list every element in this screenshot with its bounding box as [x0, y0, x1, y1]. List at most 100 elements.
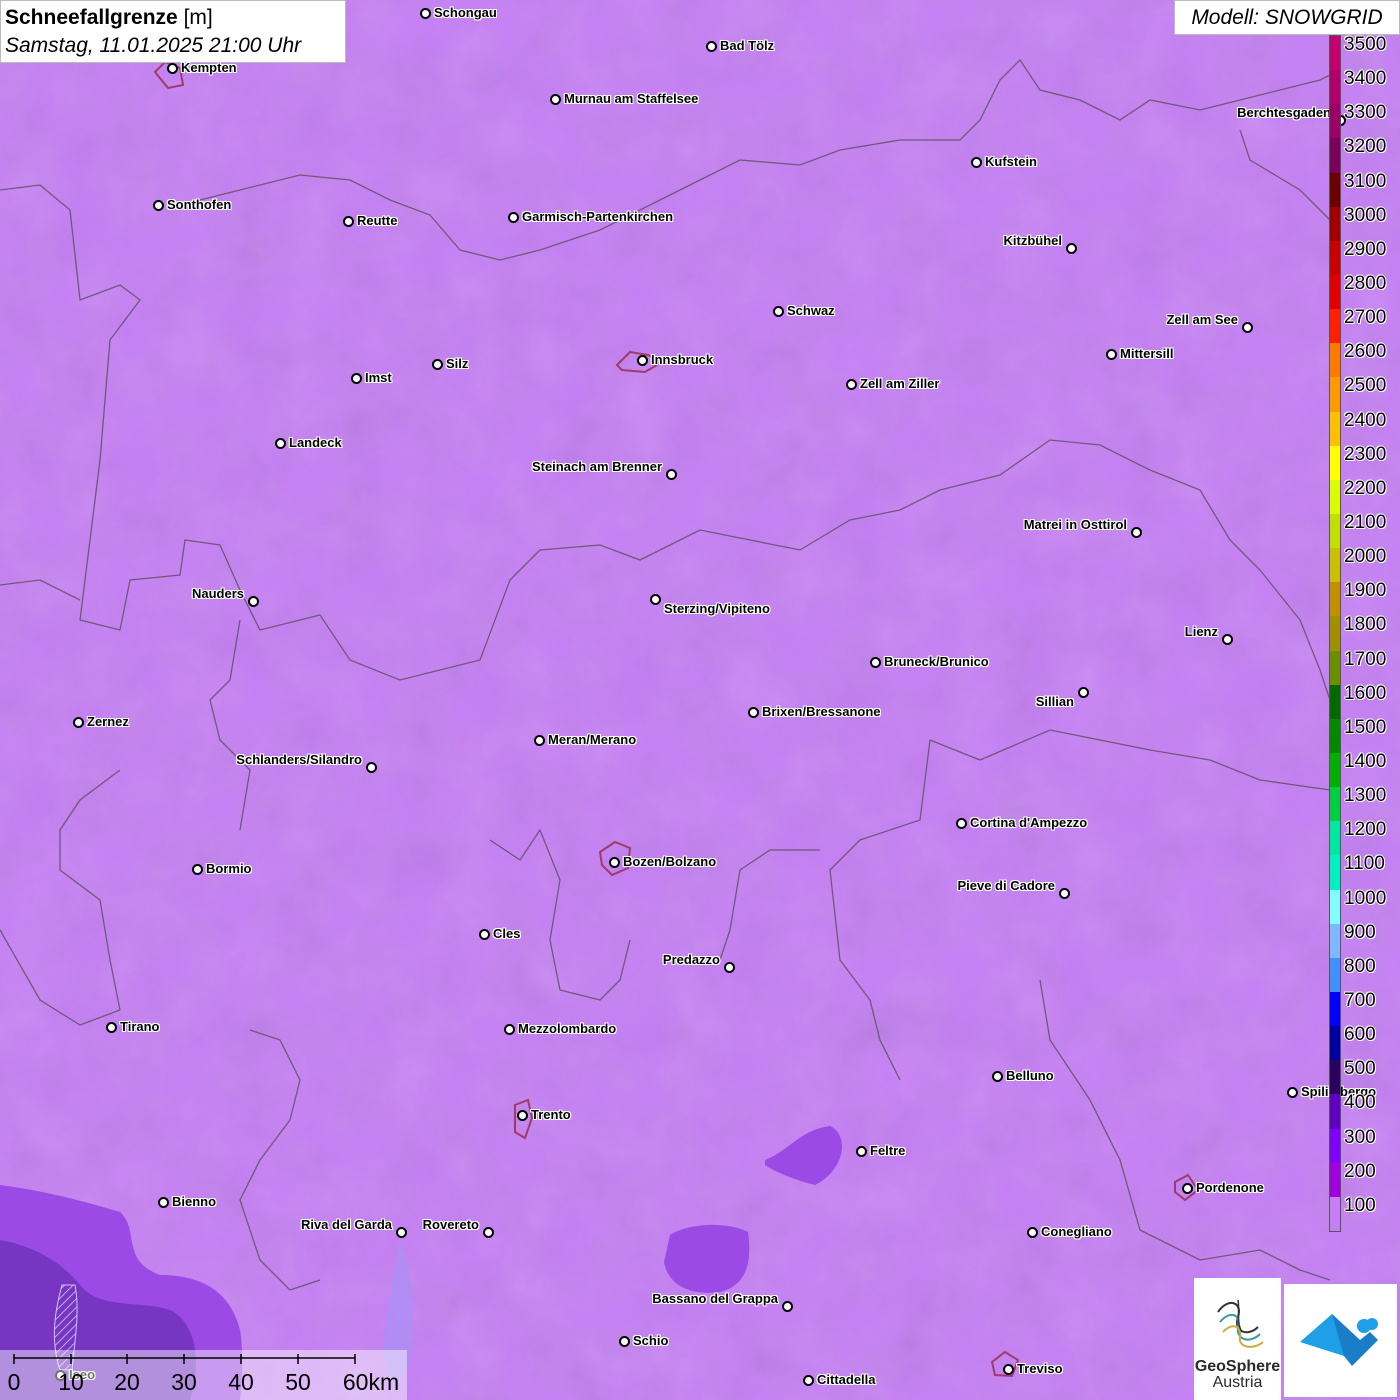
place-marker[interactable] — [666, 469, 677, 480]
place-marker[interactable] — [351, 373, 362, 384]
legend-label: 2000 — [1344, 546, 1387, 568]
place-marker[interactable] — [1222, 634, 1233, 645]
legend-color-step — [1330, 309, 1340, 344]
legend-color-step — [1330, 513, 1340, 549]
place-label: Kufstein — [985, 154, 1037, 169]
place-marker[interactable] — [508, 212, 519, 223]
scale-tick-label: 20 — [114, 1369, 140, 1395]
place-label: Bienno — [172, 1194, 217, 1209]
scale-tick-label: 0 — [7, 1369, 21, 1395]
place-marker[interactable] — [479, 929, 490, 940]
place-marker[interactable] — [956, 818, 967, 829]
place-marker[interactable] — [706, 41, 717, 52]
place-marker[interactable] — [1242, 322, 1253, 333]
legend-color-step — [1330, 172, 1340, 207]
place-marker[interactable] — [846, 379, 857, 390]
app-logo[interactable] — [1284, 1284, 1397, 1397]
place-label: Steinach am Brenner — [531, 459, 662, 474]
legend-label: 2700 — [1344, 307, 1387, 329]
place-label: Feltre — [870, 1143, 906, 1158]
place-marker[interactable] — [724, 962, 735, 973]
legend-label: 2400 — [1344, 409, 1387, 431]
place-label: Rovereto — [422, 1217, 479, 1232]
place-label: Matrei in Osttirol — [1023, 517, 1127, 532]
place-marker[interactable] — [619, 1336, 630, 1347]
place-marker[interactable] — [1003, 1364, 1014, 1375]
place-marker[interactable] — [396, 1227, 407, 1238]
place-label: Cortina d'Ampezzo — [970, 815, 1088, 830]
place-marker[interactable] — [167, 63, 178, 74]
place-marker[interactable] — [275, 438, 286, 449]
place-marker[interactable] — [1131, 527, 1142, 538]
place-marker[interactable] — [870, 657, 881, 668]
legend-color-step — [1330, 138, 1340, 173]
geosphere-logo[interactable]: GeoSphere Austria — [1194, 1278, 1281, 1400]
place-marker[interactable] — [856, 1146, 867, 1157]
place-label: Sterzing/Vipiteno — [664, 601, 770, 616]
place-marker[interactable] — [420, 8, 431, 19]
place-marker[interactable] — [153, 200, 164, 211]
legend-label: 1900 — [1344, 580, 1387, 602]
legend-color-step — [1330, 1026, 1340, 1061]
place-label: Nauders — [191, 586, 244, 601]
legend-label: 600 — [1344, 1024, 1376, 1046]
place-label: Bassano del Grappa — [652, 1291, 778, 1306]
place-label: Imst — [365, 370, 392, 385]
place-marker[interactable] — [1182, 1183, 1193, 1194]
color-legend-bar — [1329, 35, 1341, 1232]
place-marker[interactable] — [106, 1022, 117, 1033]
legend-color-step — [1330, 855, 1340, 890]
place-marker[interactable] — [1106, 349, 1117, 360]
place-marker[interactable] — [483, 1227, 494, 1238]
place-marker[interactable] — [504, 1024, 515, 1035]
place-marker[interactable] — [343, 216, 354, 227]
legend-color-step — [1330, 582, 1340, 617]
place-label: Cittadella — [817, 1372, 876, 1387]
place-marker[interactable] — [1287, 1087, 1298, 1098]
place-label: Zell am See — [1166, 312, 1238, 327]
legend-label: 400 — [1344, 1092, 1376, 1114]
legend-label: 3300 — [1344, 102, 1387, 124]
place-label: Pieve di Cadore — [957, 878, 1055, 893]
place-marker[interactable] — [803, 1375, 814, 1386]
place-marker[interactable] — [517, 1110, 528, 1121]
place-marker[interactable] — [773, 306, 784, 317]
place-marker[interactable] — [1066, 243, 1077, 254]
place-label: Schio — [633, 1333, 669, 1348]
place-marker[interactable] — [782, 1301, 793, 1312]
place-label: Schongau — [434, 5, 497, 20]
legend-label: 700 — [1344, 990, 1376, 1011]
place-marker[interactable] — [432, 359, 443, 370]
legend-color-step — [1330, 1196, 1340, 1231]
legend-label: 100 — [1344, 1194, 1376, 1216]
place-marker[interactable] — [192, 864, 203, 875]
place-marker[interactable] — [248, 596, 259, 607]
place-marker[interactable] — [1059, 888, 1070, 899]
place-marker[interactable] — [366, 762, 377, 773]
place-label: Tirano — [120, 1019, 160, 1034]
place-marker[interactable] — [992, 1071, 1003, 1082]
scale-tick-label: 40 — [228, 1369, 254, 1395]
place-label: Kitzbühel — [1003, 233, 1063, 248]
legend-label: 3000 — [1344, 204, 1387, 226]
place-marker[interactable] — [748, 707, 759, 718]
place-marker[interactable] — [1078, 687, 1089, 698]
place-label: Schlanders/Silandro — [236, 752, 362, 767]
place-marker[interactable] — [637, 355, 648, 366]
legend-color-step — [1330, 787, 1340, 822]
place-marker[interactable] — [73, 717, 84, 728]
legend-color-step — [1330, 70, 1340, 105]
place-marker[interactable] — [1027, 1227, 1038, 1238]
place-marker[interactable] — [550, 94, 561, 105]
place-marker[interactable] — [609, 857, 620, 868]
legend-label: 1700 — [1344, 648, 1387, 670]
legend-label: 2200 — [1344, 477, 1387, 499]
place-marker[interactable] — [650, 594, 661, 605]
place-label: Landeck — [289, 435, 342, 450]
place-marker[interactable] — [534, 735, 545, 746]
legend-label: 3400 — [1344, 68, 1387, 90]
legend-color-step — [1330, 957, 1340, 992]
place-marker[interactable] — [158, 1197, 169, 1208]
legend-color-step — [1330, 343, 1340, 378]
place-marker[interactable] — [971, 157, 982, 168]
